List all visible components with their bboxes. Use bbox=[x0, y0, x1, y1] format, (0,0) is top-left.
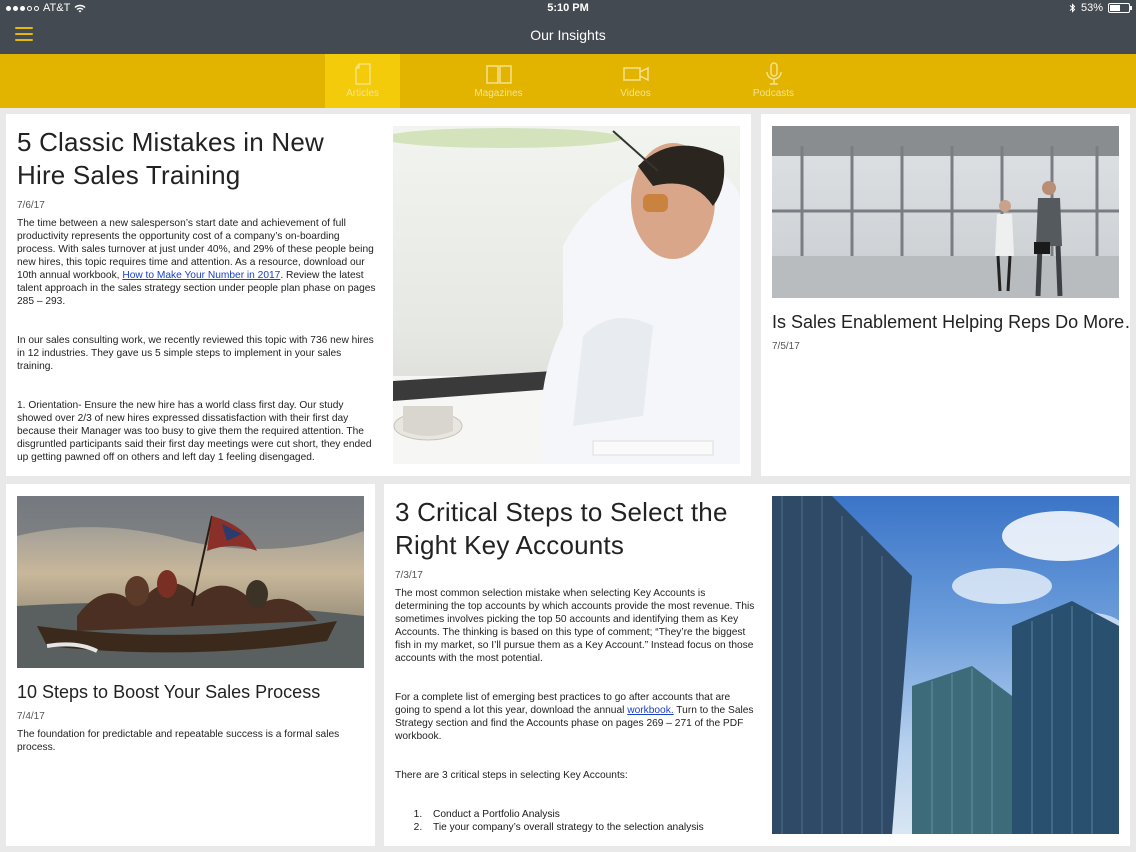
man-at-desk-image bbox=[393, 126, 740, 464]
tab-podcasts[interactable]: Podcasts bbox=[736, 54, 811, 108]
tab-articles[interactable]: Articles bbox=[325, 54, 400, 108]
article-body: The foundation for predictable and repea… bbox=[17, 729, 340, 753]
microphone-icon bbox=[765, 62, 782, 85]
tab-videos[interactable]: Videos bbox=[598, 54, 673, 108]
tab-label: Articles bbox=[346, 88, 379, 99]
status-bar: AT&T 5:10 PM 53% bbox=[0, 0, 1136, 18]
document-icon bbox=[354, 63, 371, 85]
article-date: 7/3/17 bbox=[395, 570, 423, 581]
list-item: Conduct a Portfolio Analysis bbox=[425, 808, 757, 821]
article-date: 7/4/17 bbox=[17, 711, 45, 722]
workbook-link[interactable]: workbook. bbox=[627, 705, 673, 716]
article-card-sales-process[interactable]: 10 Steps to Boost Your Sales Process 7/4… bbox=[6, 484, 375, 846]
workbook-link[interactable]: How to Make Your Number in 2017 bbox=[122, 270, 280, 281]
tab-label: Magazines bbox=[474, 88, 523, 99]
steps-list: Conduct a Portfolio Analysis Tie your co… bbox=[425, 808, 757, 834]
article-title: 3 Critical Steps to Select the Right Key… bbox=[395, 497, 728, 560]
list-item: Tie your company’s overall strategy to t… bbox=[425, 821, 757, 834]
article-date: 7/5/17 bbox=[772, 341, 800, 352]
article-card-sales-enablement[interactable]: Is Sales Enablement Helping Reps Do More… bbox=[761, 114, 1130, 476]
open-book-icon bbox=[485, 65, 512, 84]
tab-label: Podcasts bbox=[752, 88, 795, 99]
article-body: The most common selection mistake when s… bbox=[395, 588, 755, 781]
article-card-new-hire-training[interactable]: 5 Classic Mistakes in New Hire Sales Tra… bbox=[6, 114, 751, 476]
tab-magazines[interactable]: Magazines bbox=[461, 54, 536, 108]
business-handshake-image bbox=[772, 126, 1119, 298]
navigation-bar: AT&T 5:10 PM 53% Our Insights bbox=[0, 0, 1136, 54]
clock: 5:10 PM bbox=[547, 2, 589, 14]
article-date: 7/6/17 bbox=[17, 200, 45, 211]
category-tab-bar: Articles Magazines Videos Podcasts bbox=[0, 54, 1136, 108]
battery-icon bbox=[1108, 3, 1132, 13]
article-card-key-accounts[interactable]: 3 Critical Steps to Select the Right Key… bbox=[384, 484, 1130, 846]
page-title: Our Insights bbox=[530, 27, 606, 43]
video-camera-icon bbox=[622, 66, 649, 82]
article-title: 5 Classic Mistakes in New Hire Sales Tra… bbox=[17, 127, 324, 190]
washington-crossing-painting-image bbox=[17, 496, 364, 668]
skyscrapers-image bbox=[772, 496, 1119, 834]
article-title: Is Sales Enablement Helping Reps Do More… bbox=[772, 312, 1130, 332]
battery-percent: 53% bbox=[1080, 2, 1103, 14]
article-body: The time between a new salesperson’s sta… bbox=[17, 218, 376, 463]
article-title: 10 Steps to Boost Your Sales Process bbox=[17, 682, 321, 702]
tab-label: Videos bbox=[620, 88, 651, 99]
bluetooth-icon bbox=[1069, 3, 1076, 13]
